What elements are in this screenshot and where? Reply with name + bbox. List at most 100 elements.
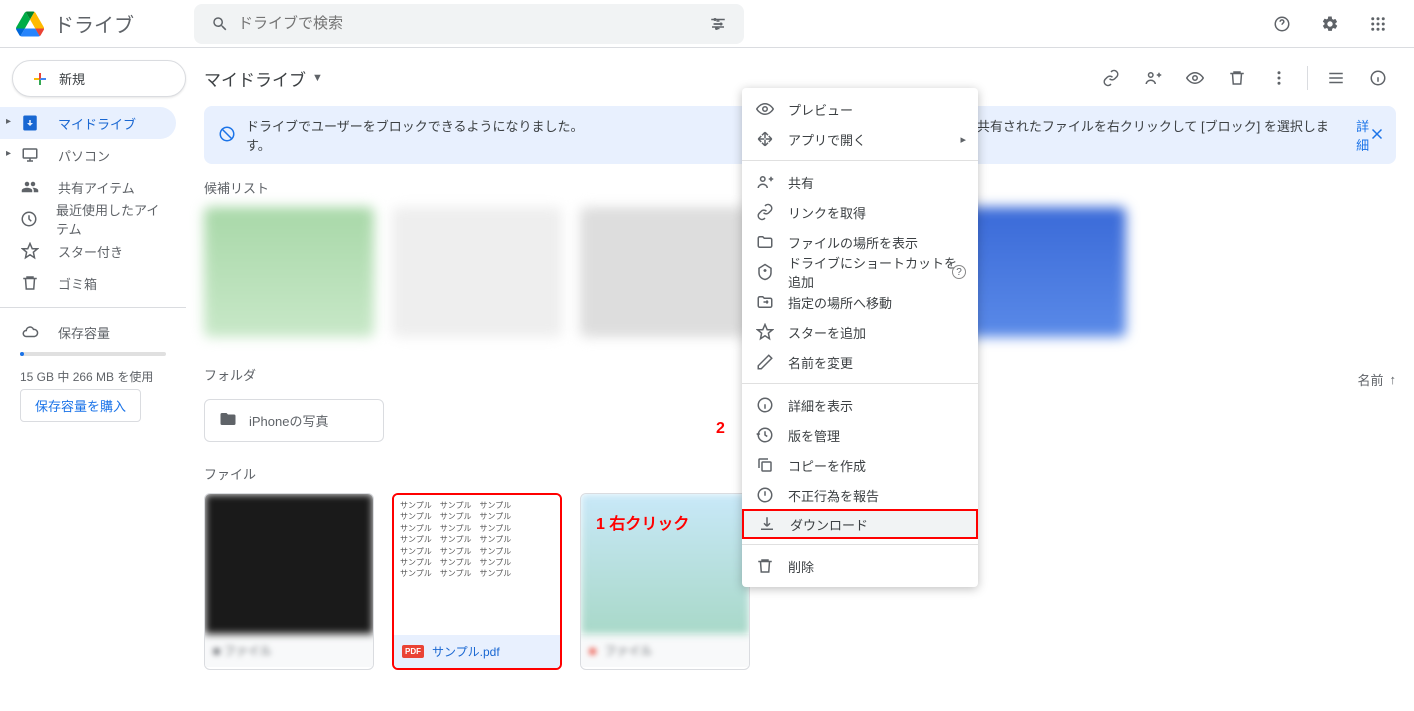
settings-icon[interactable] [1310, 4, 1350, 44]
block-icon [218, 125, 236, 146]
sidebar-item-computers[interactable]: パソコン [0, 139, 176, 171]
selection-toolbar [1093, 60, 1396, 96]
ctx-preview[interactable]: プレビュー [742, 94, 978, 124]
folder-name: iPhoneの写真 [249, 411, 328, 430]
nav-label: マイドライブ [58, 114, 136, 133]
sidebar-item-mydrive[interactable]: マイドライブ [0, 107, 176, 139]
share-person-icon[interactable] [1135, 60, 1171, 96]
nav-label: 保存容量 [58, 323, 110, 342]
plus-icon [31, 70, 49, 88]
rename-icon [756, 353, 774, 371]
more-icon[interactable] [1261, 60, 1297, 96]
help-badge-icon: ? [952, 265, 966, 279]
storage-bar [20, 352, 166, 356]
ctx-report[interactable]: 不正行為を報告 [742, 480, 978, 510]
history-icon [756, 426, 774, 444]
nav-label: 最近使用したアイテム [56, 200, 164, 238]
ctx-get-link[interactable]: リンクを取得 [742, 197, 978, 227]
sidebar-item-shared[interactable]: 共有アイテム [0, 171, 176, 203]
ctx-add-shortcut[interactable]: ドライブにショートカットを追加? [742, 257, 978, 287]
report-icon [756, 486, 774, 504]
nav-label: ゴミ箱 [58, 274, 97, 293]
new-button[interactable]: 新規 [12, 60, 186, 97]
download-icon [758, 515, 776, 533]
breadcrumb[interactable]: マイドライブ▼ [204, 66, 323, 91]
search-icon[interactable] [202, 6, 238, 42]
ctx-add-star[interactable]: スターを追加 [742, 317, 978, 347]
app-header: ドライブ [0, 0, 1414, 48]
folder-icon [219, 410, 237, 431]
dropdown-icon: ▼ [312, 72, 323, 84]
open-with-icon [756, 130, 774, 148]
drive-logo-icon [16, 10, 44, 38]
banner-close-icon[interactable] [1368, 125, 1386, 146]
eye-icon [756, 100, 774, 118]
main-content: マイドライブ▼ ドライブでユーザーをブロックできるようになりました。______… [186, 48, 1414, 711]
ctx-rename[interactable]: 名前を変更 [742, 347, 978, 377]
sidebar-item-storage[interactable]: 保存容量 [0, 316, 176, 348]
preview-eye-icon[interactable] [1177, 60, 1213, 96]
sidebar-item-recent[interactable]: 最近使用したアイテム [0, 203, 176, 235]
file-name: サンプル.pdf [432, 643, 500, 660]
storage-usage: 15 GB 中 266 MB を使用 [0, 364, 186, 389]
link-icon[interactable] [1093, 60, 1129, 96]
shared-icon [20, 178, 40, 196]
folder-icon [756, 233, 774, 251]
buy-storage-button[interactable]: 保存容量を購入 [20, 389, 141, 422]
ctx-share[interactable]: 共有 [742, 167, 978, 197]
file-item[interactable]: ■ ファイル [204, 493, 374, 670]
sidebar: 新規 ▸ マイドライブ ▸ パソコン 共有アイテム 最近使用したアイテム スター… [0, 48, 186, 711]
nav-label: スター付き [58, 242, 123, 261]
sidebar-item-starred[interactable]: スター付き [0, 235, 176, 267]
context-menu: プレビュー アプリで開く▸ 共有 リンクを取得 ファイルの場所を表示 ドライブに… [742, 88, 978, 587]
suggested-item[interactable] [580, 207, 750, 337]
ctx-open-with[interactable]: アプリで開く▸ [742, 124, 978, 154]
recent-icon [20, 210, 38, 228]
star-icon [756, 323, 774, 341]
copy-icon [756, 456, 774, 474]
file-item-selected[interactable]: サンプルサンプルサンプル サンプルサンプルサンプル サンプルサンプルサンプル サ… [392, 493, 562, 670]
shortcut-icon [756, 263, 774, 281]
share-icon [756, 173, 774, 191]
trash-icon [756, 557, 774, 575]
info-icon[interactable] [1360, 60, 1396, 96]
info-icon [756, 396, 774, 414]
ctx-delete[interactable]: 削除 [742, 551, 978, 581]
sidebar-item-trash[interactable]: ゴミ箱 [0, 267, 176, 299]
pdf-icon: PDF [402, 645, 424, 658]
ctx-details[interactable]: 詳細を表示 [742, 390, 978, 420]
header-actions [1262, 4, 1406, 44]
file-thumbnail: サンプルサンプルサンプル サンプルサンプルサンプル サンプルサンプルサンプル サ… [394, 495, 560, 635]
annotation-2: 2 [716, 420, 725, 438]
chevron-right-icon: ▸ [960, 133, 966, 146]
app-title: ドライブ [54, 9, 134, 38]
nav-label: 共有アイテム [58, 178, 135, 197]
trash-icon [20, 274, 40, 292]
mydrive-icon [20, 114, 40, 132]
annotation-1: 1 右クリック [596, 510, 689, 534]
ctx-move-to[interactable]: 指定の場所へ移動 [742, 287, 978, 317]
computers-icon [20, 146, 40, 164]
suggested-item[interactable] [392, 207, 562, 337]
ctx-copy[interactable]: コピーを作成 [742, 450, 978, 480]
apps-icon[interactable] [1358, 4, 1398, 44]
search-input[interactable] [238, 15, 700, 32]
list-view-icon[interactable] [1318, 60, 1354, 96]
folder-item[interactable]: iPhoneの写真 [204, 399, 384, 442]
search-bar[interactable] [194, 4, 744, 44]
nav-label: パソコン [58, 146, 110, 165]
new-button-label: 新規 [59, 69, 85, 88]
help-icon[interactable] [1262, 4, 1302, 44]
star-icon [20, 242, 40, 260]
sort-arrow-icon: ↑ [1390, 372, 1397, 387]
ctx-versions[interactable]: 版を管理 [742, 420, 978, 450]
file-thumbnail [205, 494, 373, 634]
search-options-icon[interactable] [700, 6, 736, 42]
suggested-item[interactable] [204, 207, 374, 337]
delete-trash-icon[interactable] [1219, 60, 1255, 96]
cloud-icon [20, 323, 40, 341]
ctx-download[interactable]: ダウンロード [742, 509, 978, 539]
move-icon [756, 293, 774, 311]
suggested-item[interactable] [956, 207, 1126, 337]
logo-area[interactable]: ドライブ [8, 9, 194, 38]
